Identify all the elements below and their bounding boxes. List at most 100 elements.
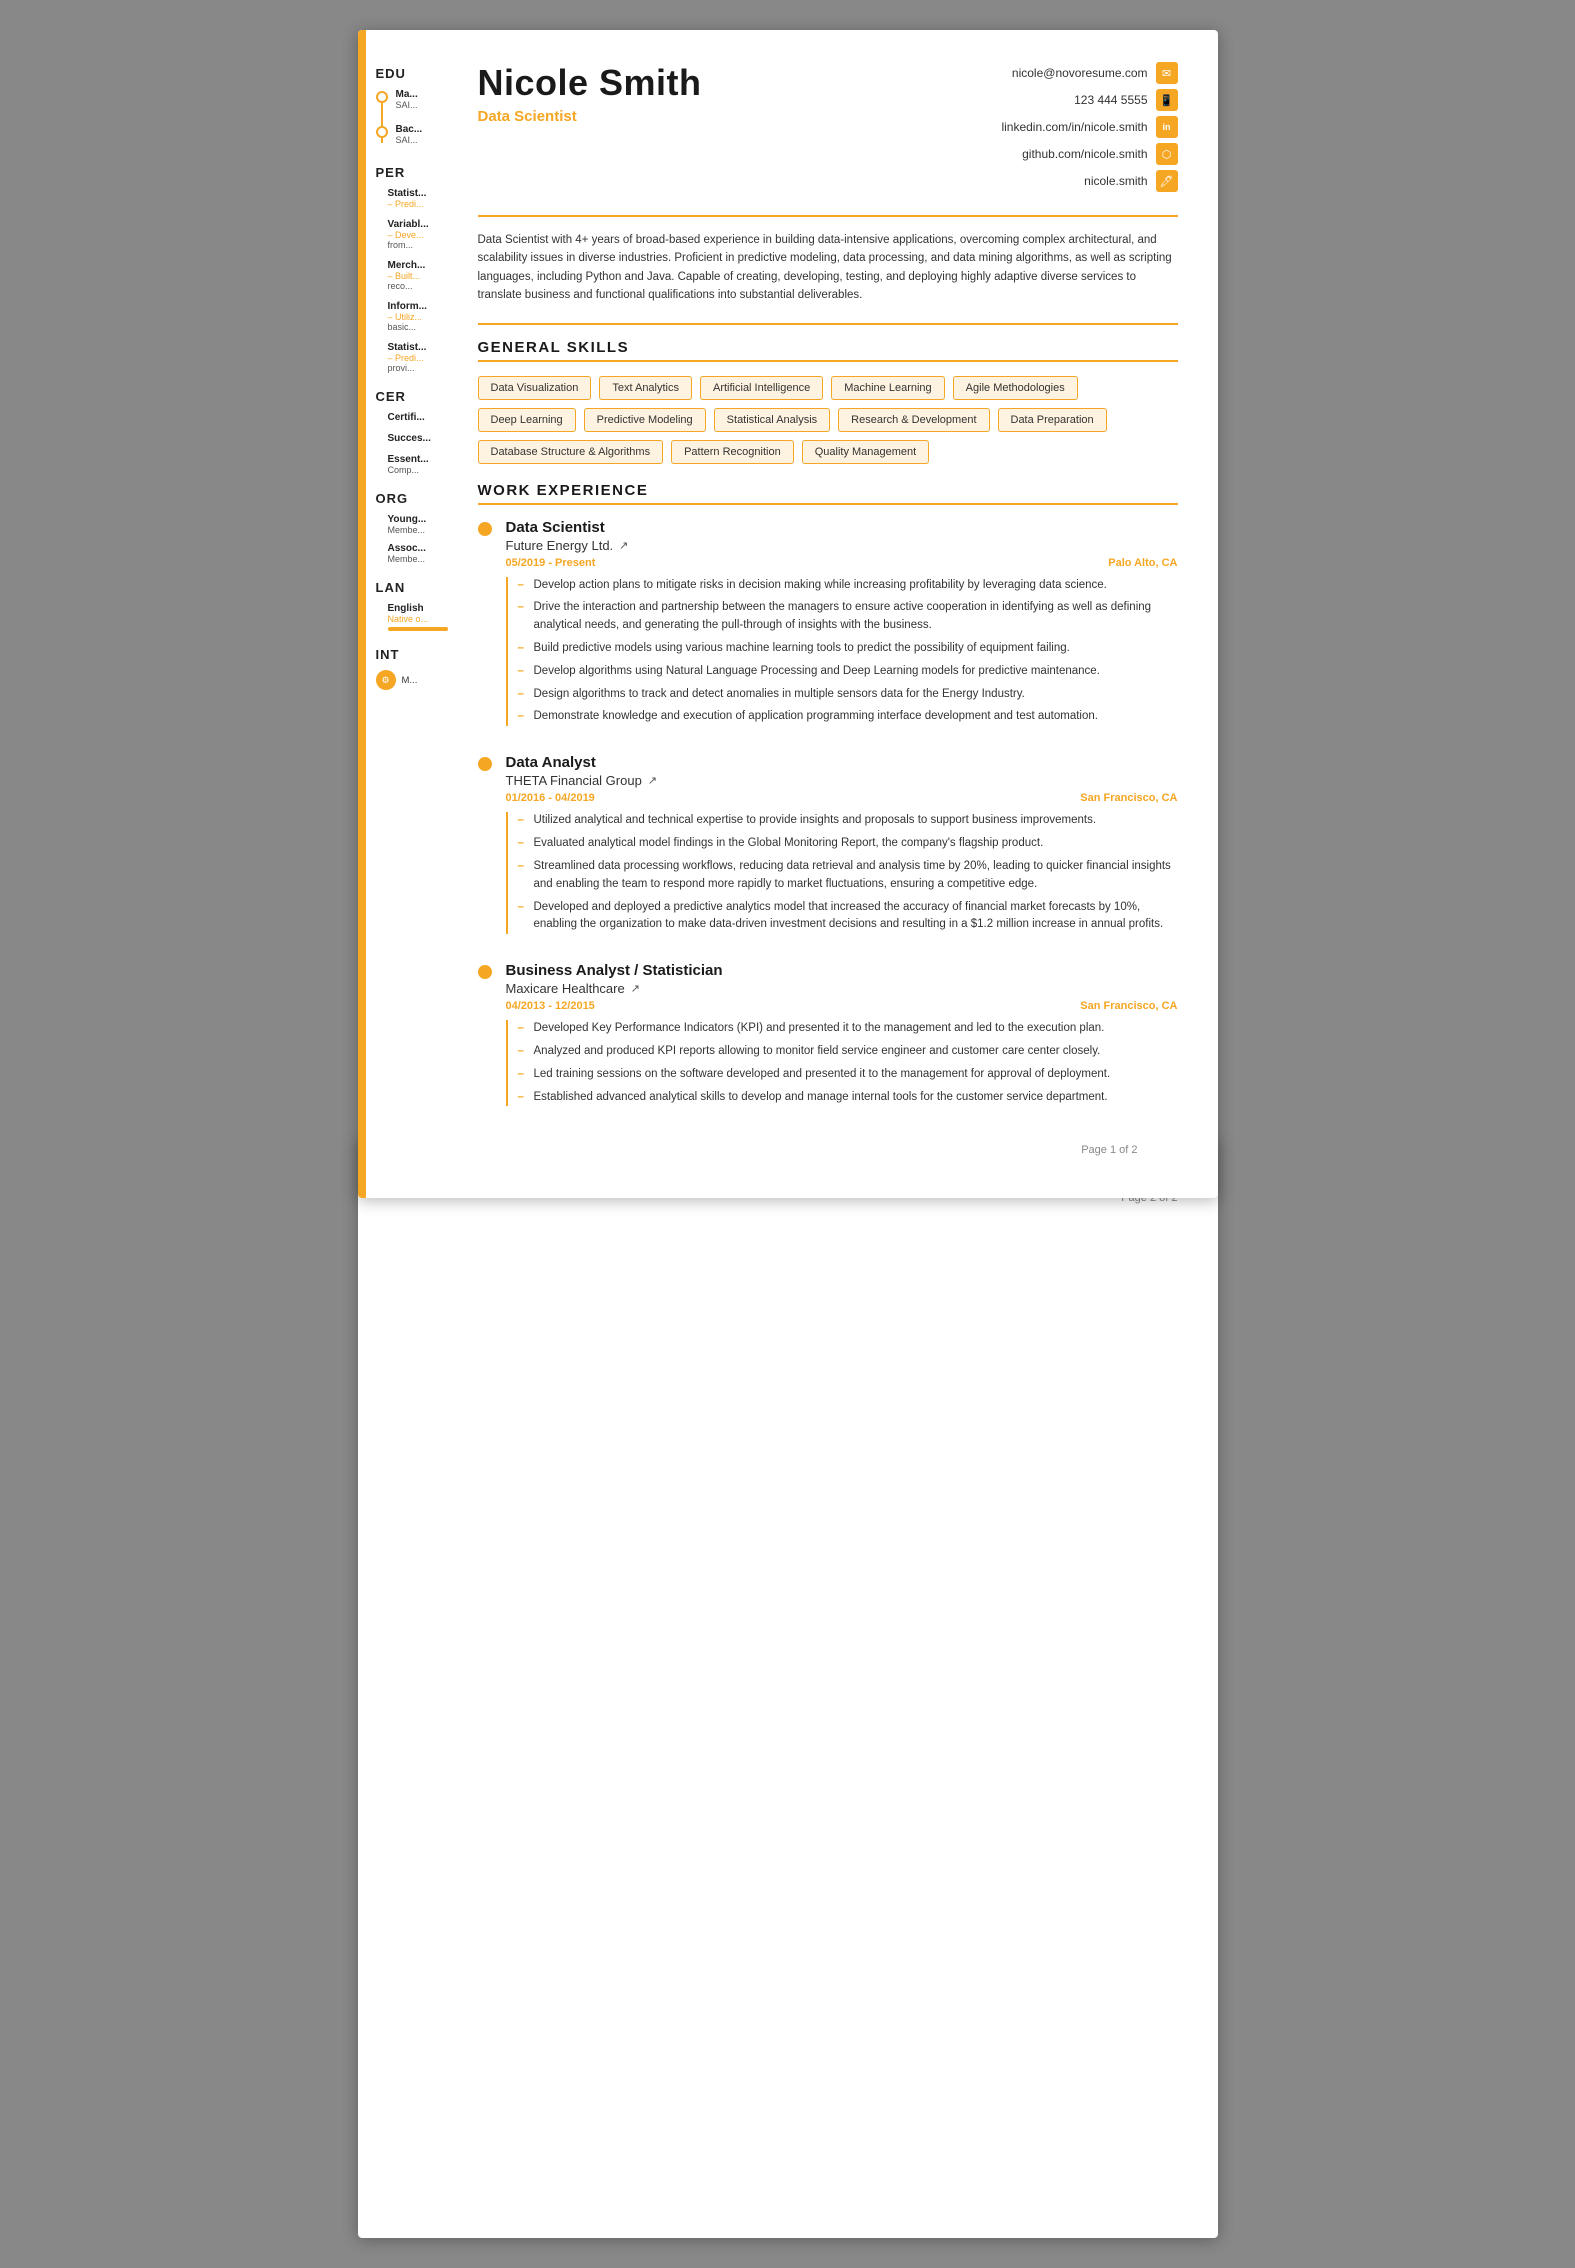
work-item-2: Data Analyst THETA Financial Group ↗ 01/… — [478, 754, 1178, 934]
int-icon-1: ⚙ — [376, 670, 396, 690]
work-dates-1: 05/2019 - Present — [506, 557, 596, 569]
work-bullets-3: Developed Key Performance Indicators (KP… — [518, 1020, 1178, 1106]
skill-tag-1: Text Analytics — [599, 376, 692, 400]
main-content: Nicole Smith Data Scientist nicole@novor… — [448, 30, 1218, 1198]
contact-email-row: nicole@novoresume.com ✉ — [1001, 62, 1177, 84]
work-dates-row-3: 04/2013 - 12/2015 San Francisco, CA — [506, 1000, 1178, 1012]
github-icon: ⬡ — [1156, 143, 1178, 165]
skills-container: Data Visualization Text Analytics Artifi… — [478, 376, 1178, 464]
work-company-3: Maxicare Healthcare ↗ — [506, 981, 1178, 996]
edu-degree-1: Ma... — [396, 89, 430, 100]
bullet-2-1: Utilized analytical and technical expert… — [518, 812, 1178, 830]
skill-tag-2: Artificial Intelligence — [700, 376, 823, 400]
bullet-2-4: Developed and deployed a predictive anal… — [518, 899, 1178, 935]
sidebar-content: EDU Ma... SAI... Bac... SAI... PER Stati… — [358, 30, 438, 718]
skill-tag-12: Quality Management — [802, 440, 930, 464]
work-location-3: San Francisco, CA — [1080, 1000, 1177, 1012]
bullet-1-1: Develop action plans to mitigate risks i… — [518, 577, 1178, 595]
page-1: EDU Ma... SAI... Bac... SAI... PER Stati… — [358, 30, 1218, 1198]
skill-tag-10: Database Structure & Algorithms — [478, 440, 664, 464]
phone-icon: 📱 — [1156, 89, 1178, 111]
sidebar-org-label: ORG — [376, 491, 430, 506]
skill-tag-6: Predictive Modeling — [584, 408, 706, 432]
edu-school-1: SAI... — [396, 100, 430, 110]
edu-school-2: SAI... — [396, 135, 430, 145]
summary-text: Data Scientist with 4+ years of broad-ba… — [478, 231, 1178, 305]
work-bullets-2: Utilized analytical and technical expert… — [518, 812, 1178, 934]
sidebar-org-item-2: Assoc... Membe... — [376, 543, 430, 564]
work-dates-3: 04/2013 - 12/2015 — [506, 1000, 595, 1012]
skill-tag-4: Agile Methodologies — [953, 376, 1078, 400]
edu-circle-2 — [376, 126, 388, 138]
contact-email-text: nicole@novoresume.com — [1012, 66, 1148, 80]
sidebar-accent-bar — [358, 30, 366, 1198]
sidebar-per-item-2: Variabl... – Deve... from... — [376, 219, 430, 250]
work-location-1: Palo Alto, CA — [1108, 557, 1177, 569]
sidebar-per-item-4: Inform... – Utiliz... basic... — [376, 301, 430, 332]
portfolio-icon: 🖊 — [1156, 170, 1178, 192]
sidebar-int-label: INT — [376, 647, 430, 662]
work-title-3: Business Analyst / Statistician — [506, 962, 1178, 979]
sidebar-lan-label: LAN — [376, 580, 430, 595]
skill-tag-11: Pattern Recognition — [671, 440, 794, 464]
sidebar-per-item-1: Statist... – Predi... — [376, 188, 430, 209]
contact-github-row: github.com/nicole.smith ⬡ — [1001, 143, 1177, 165]
summary-divider — [478, 323, 1178, 325]
page-number: Page 1 of 2 — [478, 1134, 1178, 1166]
bullet-1-3: Build predictive models using various ma… — [518, 640, 1178, 658]
lang-bar-bg — [388, 627, 448, 631]
job-title: Data Scientist — [478, 108, 702, 125]
sidebar-edu-item-2: Bac... SAI... — [376, 124, 430, 145]
page-2: Page 2 of 2 — [358, 1138, 1218, 2238]
contact-block: nicole@novoresume.com ✉ 123 444 5555 📱 l… — [1001, 62, 1177, 197]
sidebar-cer-label: CER — [376, 389, 430, 404]
header-divider — [478, 215, 1178, 217]
contact-github-text: github.com/nicole.smith — [1022, 147, 1147, 161]
ext-link-1[interactable]: ↗ — [619, 539, 628, 552]
sidebar-cer-item-2: Succes... — [376, 433, 430, 444]
sidebar-org-item-1: Young... Membe... — [376, 514, 430, 535]
work-dates-row-2: 01/2016 - 04/2019 San Francisco, CA — [506, 792, 1178, 804]
skill-tag-0: Data Visualization — [478, 376, 592, 400]
work-dates-row-1: 05/2019 - Present Palo Alto, CA — [506, 557, 1178, 569]
edu-circle-1 — [376, 91, 388, 103]
work-company-1: Future Energy Ltd. ↗ — [506, 538, 1178, 553]
lang-bar-fill — [388, 627, 448, 631]
edu-degree-2: Bac... — [396, 124, 430, 135]
bullet-2-3: Streamlined data processing workflows, r… — [518, 858, 1178, 894]
work-bullets-1: Develop action plans to mitigate risks i… — [518, 577, 1178, 727]
bullet-2-2: Evaluated analytical model findings in t… — [518, 835, 1178, 853]
ext-link-2[interactable]: ↗ — [648, 774, 657, 787]
sidebar-edu-label: EDU — [376, 66, 430, 81]
linkedin-icon: in — [1156, 116, 1178, 138]
work-circle-3 — [478, 965, 492, 979]
candidate-name: Nicole Smith — [478, 62, 702, 104]
work-title-2: Data Analyst — [506, 754, 1178, 771]
work-bullets-box-1: Develop action plans to mitigate risks i… — [506, 577, 1178, 727]
contact-portfolio-row: nicole.smith 🖊 — [1001, 170, 1177, 192]
sidebar-cer-item-3: Essent... Comp... — [376, 454, 430, 475]
ext-link-3[interactable]: ↗ — [631, 982, 640, 995]
bullet-3-4: Established advanced analytical skills t… — [518, 1089, 1178, 1107]
contact-portfolio-text: nicole.smith — [1084, 174, 1147, 188]
general-skills-header: GENERAL SKILLS — [478, 339, 1178, 362]
contact-linkedin-text: linkedin.com/in/nicole.smith — [1001, 120, 1147, 134]
skill-tag-8: Research & Development — [838, 408, 989, 432]
work-bullets-box-3: Developed Key Performance Indicators (KP… — [506, 1020, 1178, 1106]
header-section: Nicole Smith Data Scientist nicole@novor… — [478, 62, 1178, 197]
work-item-1: Data Scientist Future Energy Ltd. ↗ 05/2… — [478, 519, 1178, 727]
sidebar-cer-item-1: Certifi... — [376, 412, 430, 423]
sidebar-int-item-1: ⚙ M... — [376, 670, 430, 690]
contact-phone-text: 123 444 5555 — [1074, 93, 1147, 107]
work-circle-1 — [478, 522, 492, 536]
work-title-1: Data Scientist — [506, 519, 1178, 536]
bullet-1-6: Demonstrate knowledge and execution of a… — [518, 708, 1178, 726]
int-label-1: M... — [402, 675, 418, 686]
skill-tag-3: Machine Learning — [831, 376, 944, 400]
bullet-1-5: Design algorithms to track and detect an… — [518, 686, 1178, 704]
bullet-3-2: Analyzed and produced KPI reports allowi… — [518, 1043, 1178, 1061]
sidebar: EDU Ma... SAI... Bac... SAI... PER Stati… — [358, 30, 438, 1198]
sidebar-edu-item-1: Ma... SAI... — [376, 89, 430, 110]
sidebar-per-item-3: Merch... – Built... reco... — [376, 260, 430, 291]
work-item-3: Business Analyst / Statistician Maxicare… — [478, 962, 1178, 1106]
